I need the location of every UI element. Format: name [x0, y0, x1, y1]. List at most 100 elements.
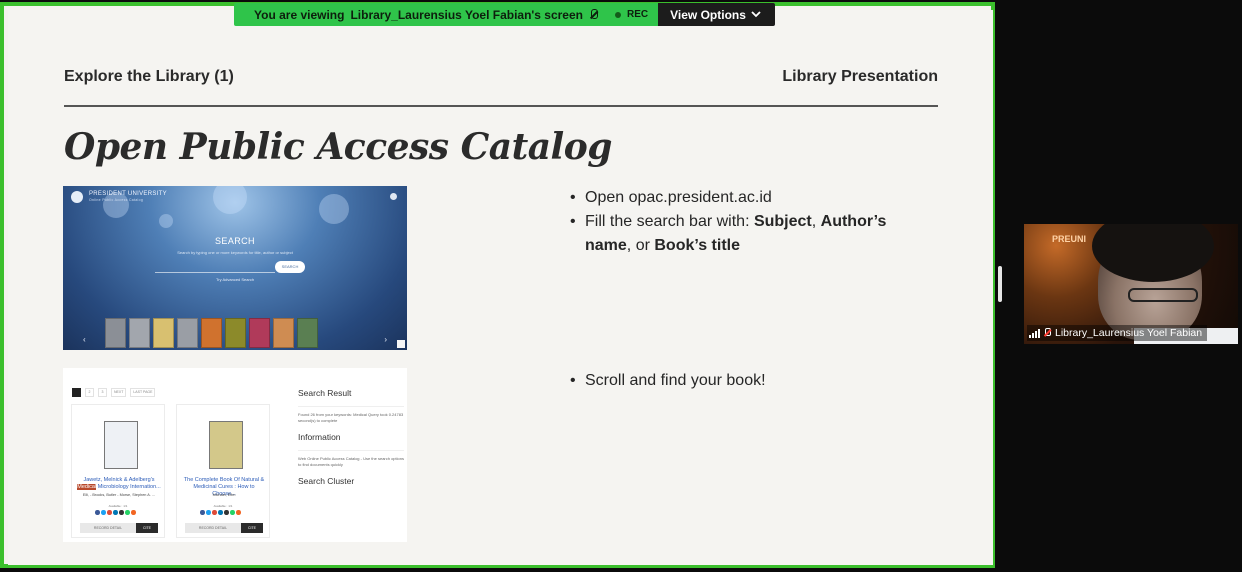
slide-section-title: Explore the Library (1): [64, 68, 234, 85]
share-social-icon: [101, 510, 106, 515]
light-bokeh: [213, 186, 247, 214]
book-cover: [104, 421, 138, 469]
panel-resize-handle[interactable]: [998, 266, 1002, 302]
slide-title: Open Public Access Catalog: [64, 126, 612, 168]
result-availability: Available : 1/1: [213, 504, 233, 508]
scroll-top-icon: [397, 340, 405, 348]
result-availability: Available : 1/1: [108, 504, 128, 508]
opac-search-heading: SEARCH: [215, 236, 255, 246]
participant-video[interactable]: PREUNI Library_Laurensius Yoel Fabian: [1024, 224, 1238, 344]
result-card: The Complete Book Of Natural & Medicinal…: [176, 404, 270, 538]
university-label: PRESIDENT UNIVERSITY: [89, 191, 167, 197]
carousel-book-cover: [201, 318, 222, 348]
share-social-icon: [107, 510, 112, 515]
instructions-list-2: Scroll and find your book!: [570, 369, 930, 393]
opac-search-button: SEARCH: [275, 261, 305, 273]
information-heading: Information: [298, 432, 341, 442]
carousel-book-cover: [153, 318, 174, 348]
result-author: Michael, Efim: [212, 493, 236, 497]
carousel-next-icon: ›: [384, 335, 387, 344]
share-social-icon: [212, 510, 217, 515]
cite-button: CITE: [136, 523, 158, 533]
slide-header: Explore the Library (1) Library Presenta…: [64, 68, 938, 86]
view-options-button[interactable]: View Options: [658, 3, 775, 26]
university-subtitle: Online Public Access Catalog: [89, 198, 144, 202]
results-pagination: 2 3 NEXT LAST PAGE: [72, 388, 156, 397]
light-bokeh: [319, 194, 349, 224]
carousel-book-cover: [273, 318, 294, 348]
keyword-highlight: Medical: [77, 484, 97, 490]
recording-dot-icon: [614, 11, 621, 18]
carousel-book-cover: [105, 318, 126, 348]
share-icons: [200, 510, 241, 515]
viewing-indicator: You are viewing Library_Laurensius Yoel …: [234, 3, 659, 26]
share-social-icon: [200, 510, 205, 515]
participant-name-tag: Library_Laurensius Yoel Fabian: [1027, 325, 1208, 341]
menu-icon: [390, 193, 397, 200]
header-divider: [64, 105, 938, 107]
share-social-icon: [113, 510, 118, 515]
carousel-book-cover: [297, 318, 318, 348]
rec-label: REC: [626, 9, 649, 20]
pagination-item: 3: [98, 388, 107, 397]
keyword-book-title: Book’s title: [654, 237, 740, 254]
instruction-text: Open opac.president.ac.id: [585, 189, 772, 206]
keyword-author: Author’s: [820, 213, 887, 230]
share-icons: [95, 510, 136, 515]
mic-muted-icon: [589, 8, 599, 21]
pagination-item: 2: [85, 388, 94, 397]
search-result-heading: Search Result: [298, 388, 352, 398]
presentation-name: Library Presentation: [782, 68, 938, 85]
shared-screen: Explore the Library (1) Library Presenta…: [0, 2, 995, 568]
title-part: Jawetz, Melnick & Adelberg's: [83, 477, 155, 483]
instruction-item: Open opac.president.ac.id: [570, 186, 930, 210]
record-detail-button: RECORD DETAIL: [80, 523, 136, 533]
presentation-slide: Explore the Library (1) Library Presenta…: [8, 10, 993, 565]
share-social-icon: [131, 510, 136, 515]
mic-muted-icon: [1044, 328, 1051, 338]
separator: ,: [811, 213, 821, 230]
signal-strength-icon: [1029, 328, 1040, 338]
share-social-icon: [119, 510, 124, 515]
background-sign: PREUNI: [1052, 234, 1087, 244]
university-name: PRESIDENT UNIVERSITY Online Public Acces…: [89, 191, 167, 202]
chevron-down-icon: [751, 11, 761, 18]
participant-glasses: [1128, 288, 1198, 302]
instruction-text: Scroll and find your book!: [585, 372, 766, 389]
search-cluster-heading: Search Cluster: [298, 476, 355, 486]
opac-search-hint: Search by typing one or more keywords fo…: [177, 250, 293, 255]
viewing-label: You are viewing: [254, 7, 345, 22]
search-result-summary: Found 26 from your keywords: Medical Que…: [298, 406, 404, 424]
pagination-current: [72, 388, 81, 397]
light-bokeh: [159, 214, 173, 228]
instruction-item: Scroll and find your book!: [570, 369, 930, 393]
book-carousel: [105, 318, 365, 348]
cite-button: CITE: [241, 523, 263, 533]
share-social-icon: [206, 510, 211, 515]
book-cover: [209, 421, 243, 469]
results-sidebar: Search Result Found 26 from your keyword…: [298, 388, 404, 486]
instructions-list: Open opac.president.ac.id Fill the searc…: [570, 186, 930, 258]
pagination-item: NEXT: [111, 388, 127, 397]
carousel-book-cover: [129, 318, 150, 348]
opac-results-screenshot: 2 3 NEXT LAST PAGE Jawetz, Melnick & Adelbe…: [63, 368, 407, 542]
record-detail-button: RECORD DETAIL: [185, 523, 241, 533]
carousel-book-cover: [177, 318, 198, 348]
carousel-book-cover: [249, 318, 270, 348]
advanced-search-link: Try Advanced Search: [215, 277, 255, 282]
university-logo-icon: [71, 191, 83, 203]
share-social-icon: [95, 510, 100, 515]
pagination-item: LAST PAGE: [130, 388, 156, 397]
screen-share-bar: You are viewing Library_Laurensius Yoel …: [234, 3, 775, 26]
result-card: Jawetz, Melnick & Adelberg's Medical Mic…: [71, 404, 165, 538]
opac-search-input: [155, 261, 275, 273]
presenter-screen-name: Library_Laurensius Yoel Fabian's screen: [350, 7, 583, 22]
participant-name: Library_Laurensius Yoel Fabian: [1055, 327, 1203, 339]
share-social-icon: [218, 510, 223, 515]
share-social-icon: [236, 510, 241, 515]
result-title: Jawetz, Melnick & Adelberg's Medical Mic…: [76, 477, 162, 491]
result-author: Elli, - Brooks, Butler - Morse, Stephen …: [82, 493, 156, 497]
separator: , or: [626, 237, 655, 254]
information-text: Web Online Public Access Catalog - Use t…: [298, 450, 404, 468]
keyword-subject: Subject: [753, 213, 812, 230]
